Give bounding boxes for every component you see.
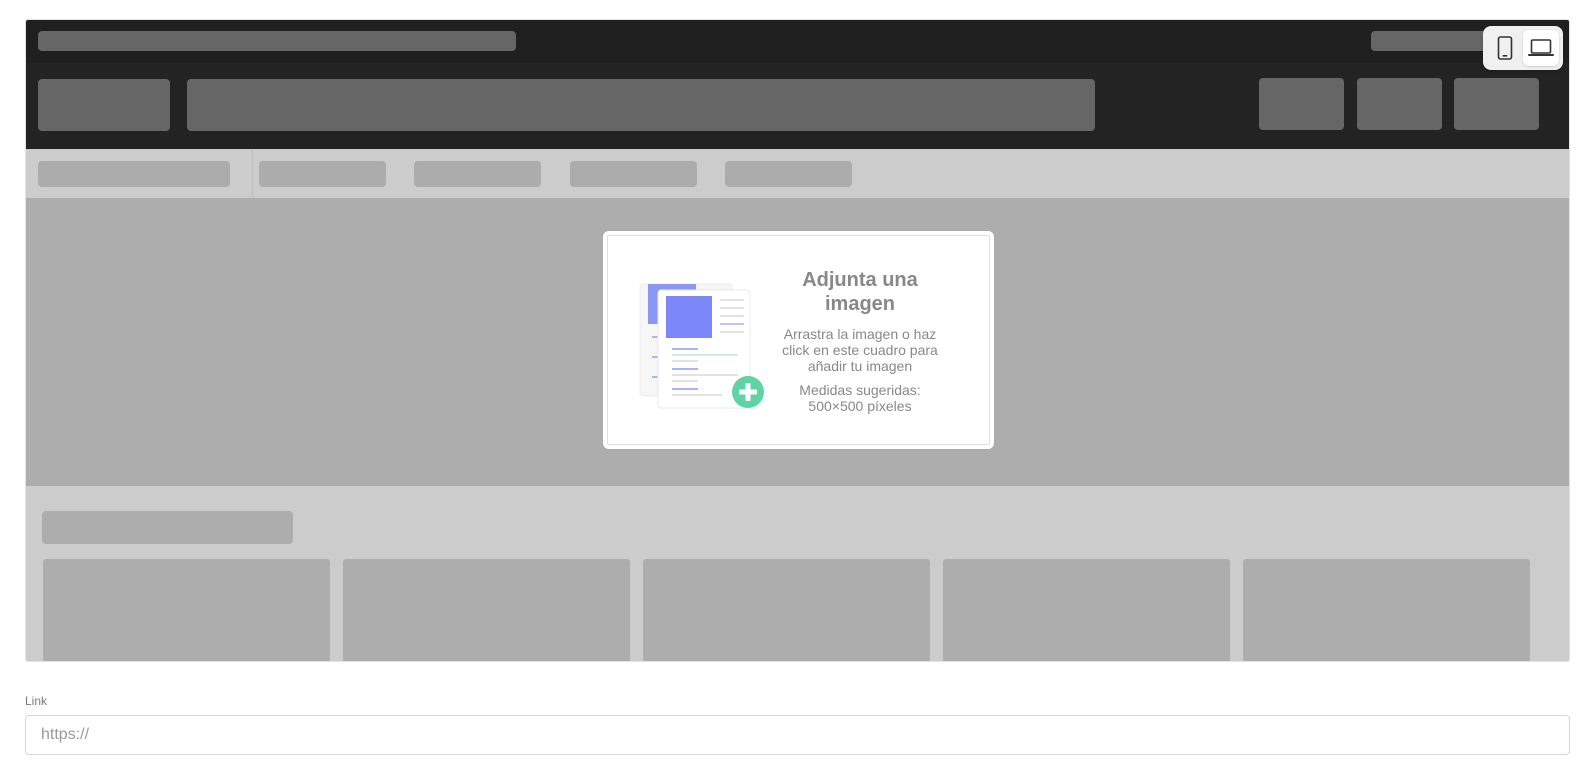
preview-header [26,63,1569,149]
dropzone-title: Adjunta una imagen [802,269,918,315]
logo-placeholder [38,79,170,131]
product-card-placeholder [643,559,930,661]
dropzone-border: Adjunta una imagen Arrastra la imagen o … [607,235,990,445]
link-label: Link [25,694,48,708]
device-preview-toggle [1483,26,1563,70]
nav-placeholder [414,161,541,187]
dropzone-text: Adjunta una imagen Arrastra la imagen o … [770,268,950,414]
product-card-placeholder [343,559,630,661]
nav-placeholder [725,161,852,187]
nav-placeholder [570,161,697,187]
link-input[interactable] [25,715,1570,755]
laptop-icon [1528,39,1554,56]
preview-topbar [26,20,1569,63]
preview-navbar [26,149,1569,198]
section-title-placeholder [42,511,293,544]
nav-placeholder [259,161,386,187]
document-add-icon [639,283,764,409]
header-action-placeholder [1357,78,1442,130]
topbar-right-placeholder [1371,31,1491,51]
product-card-placeholder [43,559,330,661]
dropzone-size-hint: Medidas sugeridas: 500×500 píxeles [799,382,921,414]
image-upload-dropzone[interactable]: Adjunta una imagen Arrastra la imagen o … [603,231,994,449]
search-bar-placeholder [187,79,1095,131]
header-action-placeholder [1259,78,1344,130]
products-section [26,486,1569,661]
nav-divider [252,149,253,198]
dropzone-description: Arrastra la imagen o haz click en este c… [782,326,938,374]
product-card-placeholder [1243,559,1530,661]
mobile-icon [1497,36,1513,60]
mobile-view-button[interactable] [1487,30,1523,66]
header-action-placeholder [1454,78,1539,130]
nav-placeholder [38,161,230,187]
product-card-placeholder [943,559,1230,661]
topbar-text-placeholder [38,31,516,51]
laptop-view-button[interactable] [1523,30,1559,66]
